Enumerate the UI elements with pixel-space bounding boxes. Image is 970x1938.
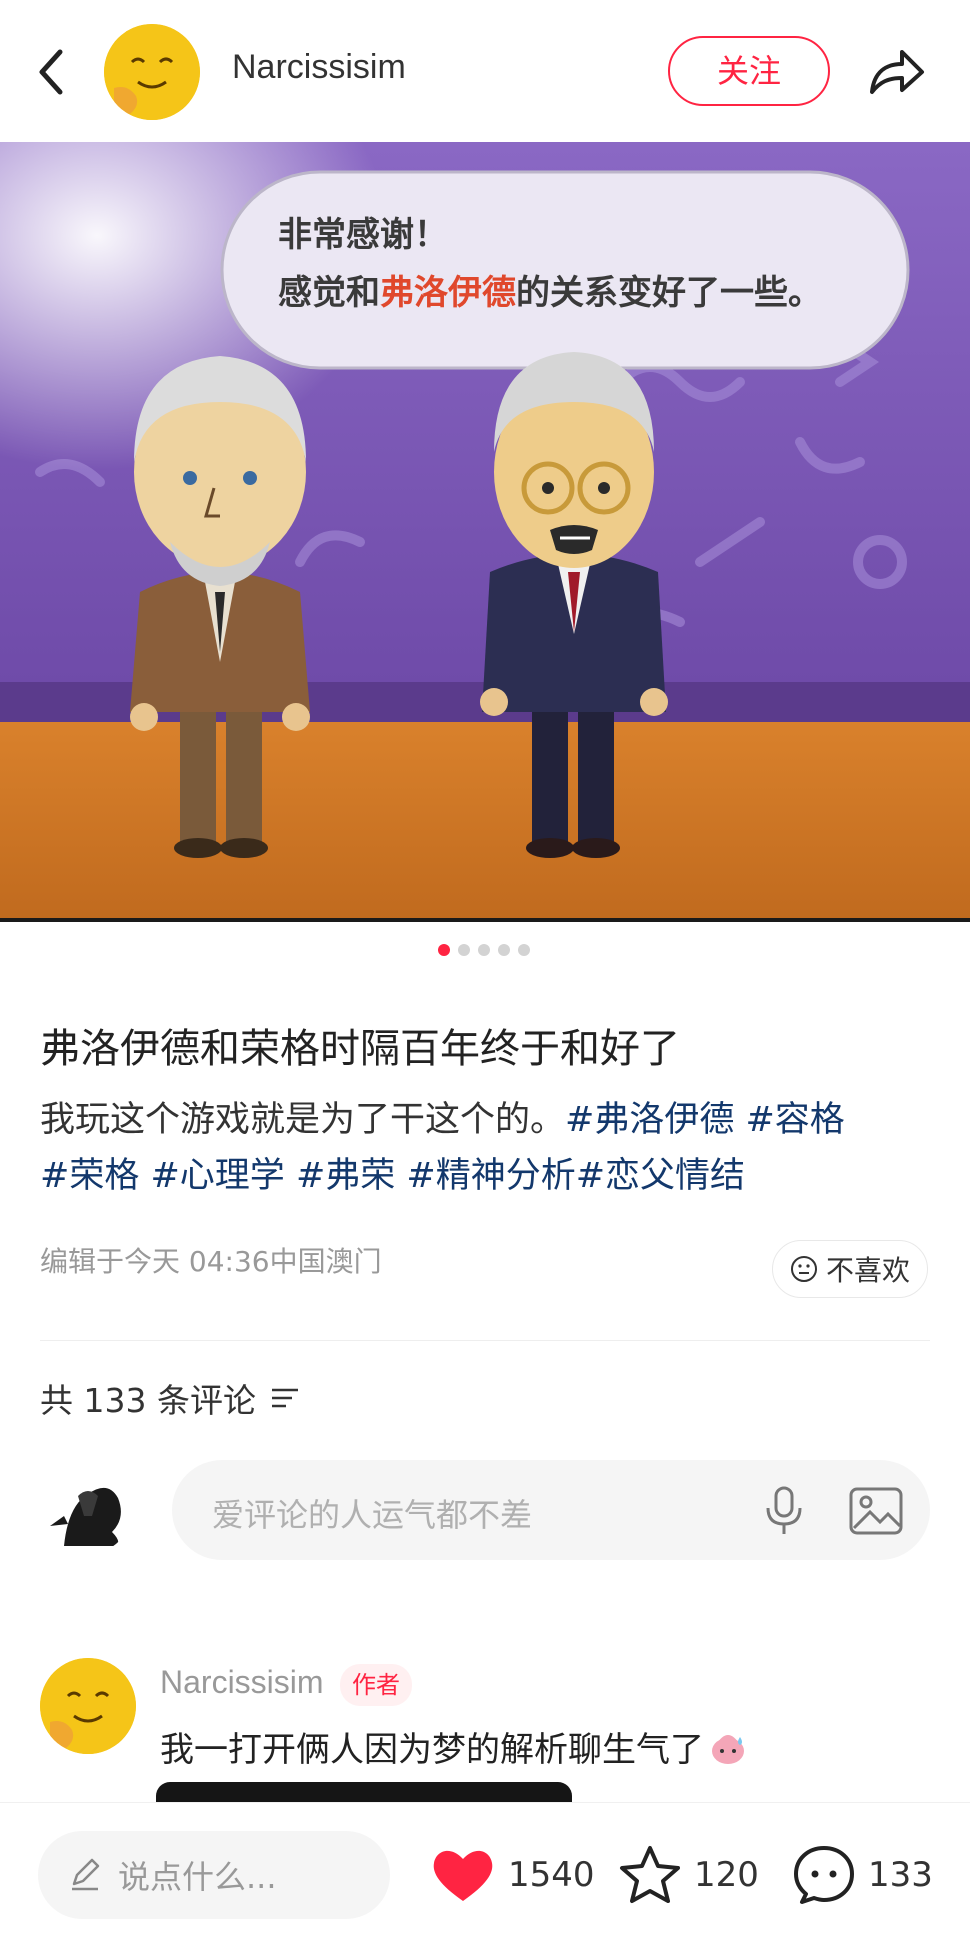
bubble-line-2: 感觉和弗洛伊德的关系变好了一些。 xyxy=(278,273,822,313)
say-something-placeholder: 说点什么... xyxy=(118,1858,277,1896)
top-bar: Narcissisim 关注 xyxy=(0,0,970,142)
commenter-avatar[interactable] xyxy=(40,1658,136,1754)
comment-bubble-icon xyxy=(794,1846,854,1904)
pencil-icon xyxy=(72,1858,100,1891)
sort-icon[interactable] xyxy=(270,1386,300,1410)
comment-total: 133 xyxy=(868,1855,933,1895)
comment-count-label: 共 133 条评论 xyxy=(40,1381,256,1420)
share-icon[interactable] xyxy=(866,44,926,100)
hashtag[interactable]: #容格 xyxy=(745,1100,844,1140)
page-dot[interactable] xyxy=(498,944,510,956)
comment-text: 我一打开俩人因为梦的解析聊生气了 xyxy=(160,1722,748,1771)
hashtag[interactable]: #弗洛伊德 xyxy=(565,1100,734,1140)
star-icon xyxy=(620,1846,680,1903)
collect-button[interactable]: 120 xyxy=(618,1837,759,1913)
microphone-icon[interactable] xyxy=(762,1484,806,1538)
bubble-line-1: 非常感谢！ xyxy=(278,215,448,255)
comment-text-content: 我一打开俩人因为梦的解析聊生气了 xyxy=(160,1730,704,1770)
follow-button[interactable]: 关注 xyxy=(668,36,830,106)
author-avatar[interactable] xyxy=(104,24,200,120)
divider xyxy=(40,1340,930,1341)
sweat-emoji-icon xyxy=(712,1734,744,1764)
hashtag[interactable]: #弗荣 xyxy=(296,1156,395,1196)
comment-button[interactable]: 133 xyxy=(792,1837,933,1913)
post-title: 弗洛伊德和荣格时隔百年终于和好了 xyxy=(40,1026,680,1072)
comment-count: 共 133 条评论 xyxy=(40,1374,300,1422)
image-icon[interactable] xyxy=(848,1486,904,1536)
current-user-avatar[interactable] xyxy=(44,1466,132,1554)
author-name[interactable]: Narcissisim xyxy=(232,48,406,87)
say-something-input[interactable]: 说点什么... xyxy=(38,1831,390,1919)
dislike-label: 不喜欢 xyxy=(825,1254,910,1287)
hashtag[interactable]: #荣格 xyxy=(40,1156,139,1196)
comment-input[interactable]: 爱评论的人运气都不差 xyxy=(172,1460,930,1560)
page-dot[interactable] xyxy=(518,944,530,956)
collect-count: 120 xyxy=(694,1855,759,1895)
hashtag[interactable]: #恋父情结 xyxy=(576,1156,745,1196)
neutral-face-icon xyxy=(790,1256,817,1282)
comment-input-placeholder: 爱评论的人运气都不差 xyxy=(212,1496,533,1534)
hashtag[interactable]: #心理学 xyxy=(150,1156,284,1196)
bottom-action-bar: 说点什么... 1540 120 133 xyxy=(0,1802,970,1938)
speech-bubble-text: 非常感谢！ 感觉和弗洛伊德的关系变好了一些。 xyxy=(278,206,822,322)
back-icon[interactable] xyxy=(30,44,74,100)
page-dot-active[interactable] xyxy=(438,944,450,956)
hashtag[interactable]: #精神分析 xyxy=(406,1156,575,1196)
post-image[interactable]: 非常感谢！ 感觉和弗洛伊德的关系变好了一些。 xyxy=(0,142,970,922)
author-badge: 作者 xyxy=(340,1664,412,1706)
comment-author[interactable]: Narcissisim xyxy=(160,1664,324,1701)
post-meta: 编辑于今天 04:36中国澳门 xyxy=(40,1245,382,1278)
heart-icon xyxy=(433,1850,493,1901)
page-dot[interactable] xyxy=(458,944,470,956)
dislike-button[interactable]: 不喜欢 xyxy=(772,1240,928,1298)
like-button[interactable]: 1540 xyxy=(430,1837,595,1913)
like-count: 1540 xyxy=(508,1855,595,1895)
image-pagination xyxy=(438,944,530,958)
page-dot[interactable] xyxy=(478,944,490,956)
post-body-text: 我玩这个游戏就是为了干这个的。 xyxy=(40,1100,566,1140)
post-body: 我玩这个游戏就是为了干这个的。#弗洛伊德 #容格 #荣格 #心理学 #弗荣 #精神… xyxy=(40,1092,920,1204)
